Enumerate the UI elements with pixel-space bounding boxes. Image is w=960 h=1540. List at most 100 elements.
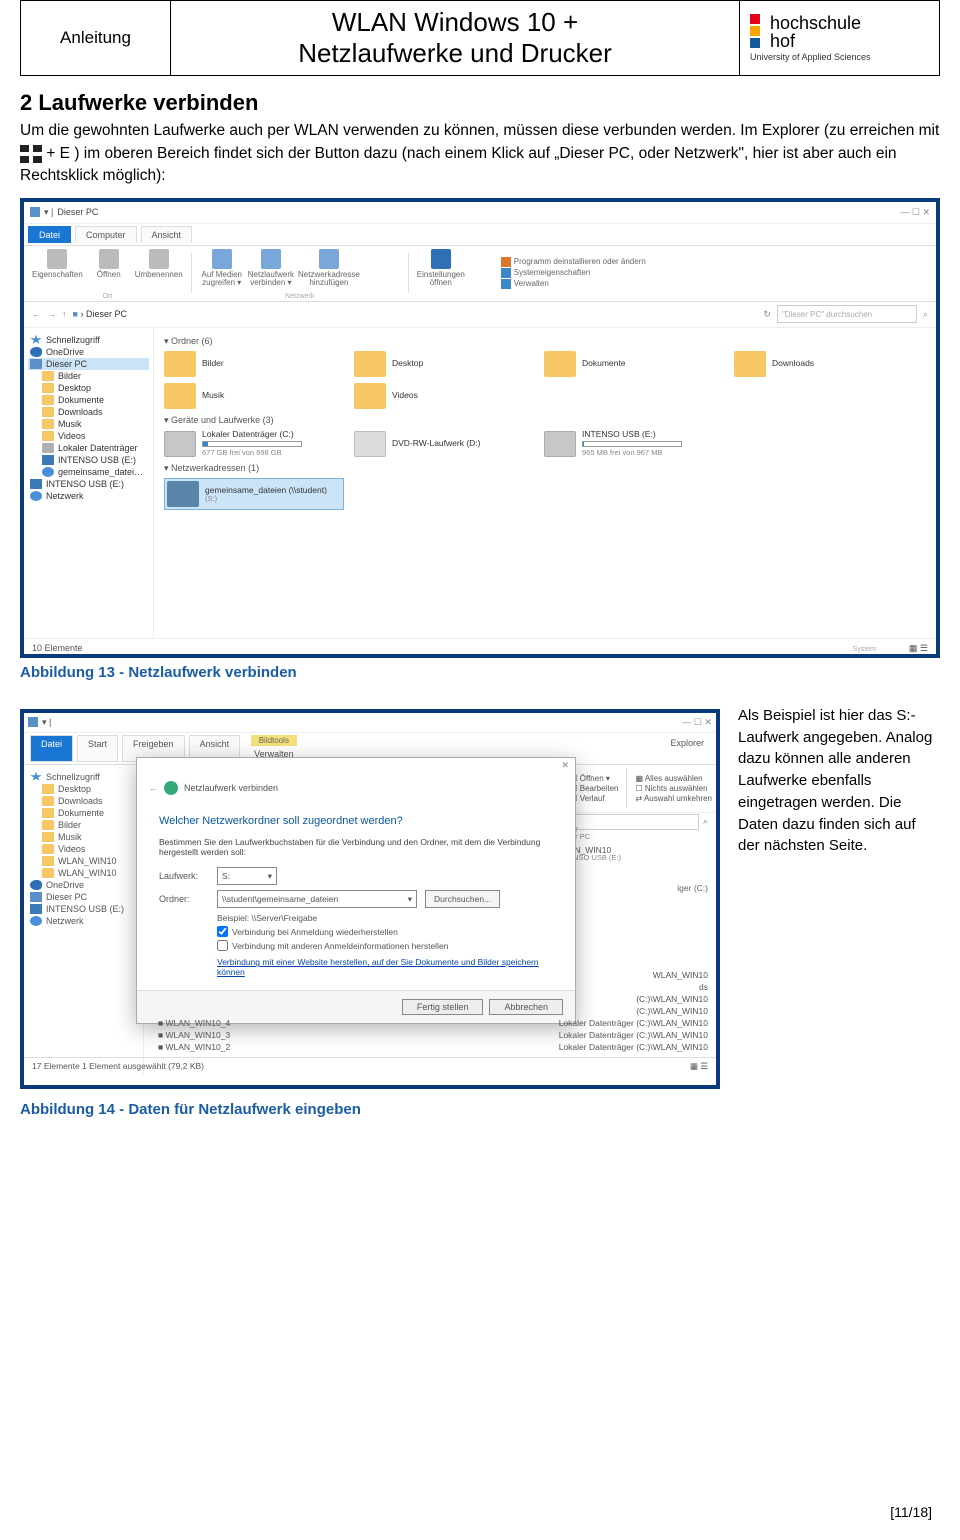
screenshot-explorer-this-pc: ▾ | Dieser PC — ☐ ✕ Datei Computer Ansic… bbox=[20, 198, 940, 658]
sidebar-item[interactable]: Dokumente bbox=[28, 394, 149, 406]
view-icons[interactable]: ▦ ☰ bbox=[909, 643, 928, 654]
search-input[interactable]: "Dieser PC" durchsuchen bbox=[777, 305, 917, 323]
sidebar-item[interactable]: OneDrive bbox=[28, 346, 149, 358]
chk-reconnect[interactable] bbox=[217, 926, 228, 937]
sidebar-item[interactable]: Netzwerk bbox=[28, 915, 139, 927]
sidebar-item[interactable]: Desktop bbox=[28, 382, 149, 394]
ribbon-open[interactable]: Öffnen ▾ bbox=[580, 774, 610, 783]
drive-e[interactable]: INTENSO USB (E:)965 MB frei von 967 MB bbox=[544, 430, 724, 458]
sidebar-item[interactable]: OneDrive bbox=[28, 879, 139, 891]
file-list-partial: WLAN_WIN10 ds (C:)\WLAN_WIN10 (C:)\WLAN_… bbox=[158, 969, 708, 1053]
search-icon[interactable]: ⌕ bbox=[923, 309, 928, 320]
windows-key-icon bbox=[20, 145, 42, 163]
nav-back[interactable]: ← bbox=[32, 309, 41, 319]
tab-file[interactable]: Datei bbox=[30, 735, 73, 762]
sidebar-item[interactable]: Downloads bbox=[28, 406, 149, 418]
group-header[interactable]: Geräte und Laufwerke (3) bbox=[171, 415, 274, 425]
sidebar-item[interactable]: Dokumente bbox=[28, 807, 139, 819]
view-icons[interactable]: ▦ ☰ bbox=[690, 1061, 708, 1072]
window-controls[interactable]: — ☐ ✕ bbox=[900, 207, 930, 218]
logo-text-top: hochschule bbox=[770, 14, 861, 32]
intro-text-2: + E ) im oberen Bereich findet sich der … bbox=[20, 145, 897, 184]
logo-text-bottom: hof bbox=[770, 32, 861, 50]
sidebar-item[interactable]: Dieser PC bbox=[28, 358, 149, 370]
ribbon-settings[interactable]: Einstellungenöffnen bbox=[417, 249, 465, 287]
ribbon-invert[interactable]: Auswahl umkehren bbox=[644, 794, 712, 803]
sidebar-item[interactable]: Videos bbox=[28, 843, 139, 855]
sidebar-item[interactable]: INTENSO USB (E:) bbox=[28, 903, 139, 915]
page-number: [11/18] bbox=[890, 1504, 932, 1520]
drive-c[interactable]: Lokaler Datenträger (C:)677 GB frei von … bbox=[164, 430, 344, 458]
header-title: WLAN Windows 10 + Netzlaufwerke und Druc… bbox=[171, 1, 740, 76]
sidebar-item[interactable]: WLAN_WIN10 bbox=[28, 867, 139, 879]
content-pane: ▾ Ordner (6) BilderDesktopDokumenteDownl… bbox=[154, 328, 936, 638]
ribbon-properties[interactable]: Eigenschaften bbox=[32, 249, 83, 279]
sidebar-item[interactable]: Netzwerk bbox=[28, 490, 149, 502]
folder-tile[interactable]: Videos bbox=[354, 383, 534, 409]
chk-othercreds[interactable] bbox=[217, 940, 228, 951]
sidebar-item[interactable]: Lokaler Datenträger bbox=[28, 442, 149, 454]
ribbon-sysprops[interactable]: Systemeigenschaften bbox=[514, 268, 591, 278]
network-share[interactable]: gemeinsame_dateien (\\student)(S:) bbox=[164, 478, 344, 510]
page-header: Anleitung WLAN Windows 10 + Netzlaufwerk… bbox=[20, 0, 940, 76]
header-title-line2: Netzlaufwerke und Drucker bbox=[181, 38, 729, 69]
sidebar-item[interactable]: Schnellzugriff bbox=[28, 334, 149, 346]
ribbon-select-none[interactable]: Nichts auswählen bbox=[645, 784, 708, 793]
ribbon-add-net-addr[interactable]: Netzwerkadressehinzufügen bbox=[298, 249, 360, 287]
example-text: Beispiel: \\Server\Freigabe bbox=[217, 913, 553, 923]
nav-fwd[interactable]: → bbox=[47, 309, 56, 319]
browse-button[interactable]: Durchsuchen... bbox=[425, 890, 500, 908]
status-text: 10 Elemente bbox=[32, 643, 83, 653]
ribbon-map-drive[interactable]: Netzlaufwerkverbinden ▾ bbox=[248, 249, 294, 287]
sidebar-item[interactable]: Videos bbox=[28, 430, 149, 442]
ribbon-group-label: Netzwerk bbox=[285, 293, 314, 300]
folder-tile[interactable]: Desktop bbox=[354, 351, 534, 377]
folder-tile[interactable]: Downloads bbox=[734, 351, 914, 377]
status-text: 17 Elemente 1 Element ausgewählt (79,2 K… bbox=[32, 1061, 204, 1071]
ribbon-open[interactable]: Öffnen bbox=[87, 249, 131, 279]
tab-start[interactable]: Start bbox=[77, 735, 118, 762]
window-controls[interactable]: — ☐ ✕ bbox=[682, 717, 712, 728]
drive-select[interactable]: S: ▾ bbox=[217, 867, 277, 885]
folder-icon bbox=[28, 717, 38, 727]
sidebar-item[interactable]: Schnellzugriff bbox=[28, 771, 139, 783]
ribbon: Eigenschaften Öffnen Umbenennen Ort Auf … bbox=[24, 246, 936, 302]
tab-view[interactable]: Ansicht bbox=[141, 226, 193, 243]
folder-tile[interactable]: Dokumente bbox=[544, 351, 724, 377]
nav-up[interactable]: ↑ bbox=[62, 309, 67, 319]
sidebar-item[interactable]: INTENSO USB (E:) bbox=[28, 478, 149, 490]
tab-computer[interactable]: Computer bbox=[75, 226, 137, 243]
sidebar-item[interactable]: Dieser PC bbox=[28, 891, 139, 903]
ribbon-edit[interactable]: Bearbeiten bbox=[580, 784, 619, 793]
sidebar-item[interactable]: Downloads bbox=[28, 795, 139, 807]
label-drive: Laufwerk: bbox=[159, 871, 209, 881]
ribbon-uninstall[interactable]: Programm deinstallieren oder ändern bbox=[514, 257, 646, 267]
folder-tile[interactable]: Bilder bbox=[164, 351, 344, 377]
folder-input[interactable]: \\student\gemeinsame_dateien▾ bbox=[217, 890, 417, 908]
tab-file[interactable]: Datei bbox=[28, 226, 71, 243]
ribbon-history[interactable]: Verlauf bbox=[580, 794, 605, 803]
ribbon-manage[interactable]: Verwalten bbox=[514, 279, 549, 289]
window-title: Dieser PC bbox=[57, 207, 98, 217]
sidebar: SchnellzugriffDesktopDownloadsDokumenteB… bbox=[24, 765, 144, 1075]
breadcrumb[interactable]: › Dieser PC bbox=[80, 309, 127, 319]
ribbon-select-all[interactable]: Alles auswählen bbox=[645, 774, 703, 783]
sidebar-item[interactable]: Bilder bbox=[28, 819, 139, 831]
sidebar-item[interactable]: Musik bbox=[28, 418, 149, 430]
sidebar-item[interactable]: gemeinsame_datei… bbox=[28, 466, 149, 478]
sidebar-item[interactable]: Bilder bbox=[28, 370, 149, 382]
group-header[interactable]: Ordner (6) bbox=[171, 336, 213, 346]
header-title-line1: WLAN Windows 10 + bbox=[181, 7, 729, 38]
sidebar-item[interactable]: Musik bbox=[28, 831, 139, 843]
context-tab-group: Bildtools bbox=[251, 735, 297, 746]
close-icon[interactable]: ✕ bbox=[561, 760, 569, 771]
sidebar-item[interactable]: INTENSO USB (E:) bbox=[28, 454, 149, 466]
group-header[interactable]: Netzwerkadressen (1) bbox=[171, 463, 259, 473]
ribbon-rename[interactable]: Umbenennen bbox=[135, 249, 183, 279]
side-explanation: Als Beispiel ist hier das S:-Laufwerk an… bbox=[738, 699, 940, 857]
folder-tile[interactable]: Musik bbox=[164, 383, 344, 409]
drive-d[interactable]: DVD-RW-Laufwerk (D:) bbox=[354, 430, 534, 458]
sidebar-item[interactable]: Desktop bbox=[28, 783, 139, 795]
sidebar-item[interactable]: WLAN_WIN10 bbox=[28, 855, 139, 867]
ribbon-media-access[interactable]: Auf Medienzugreifen ▾ bbox=[200, 249, 244, 287]
